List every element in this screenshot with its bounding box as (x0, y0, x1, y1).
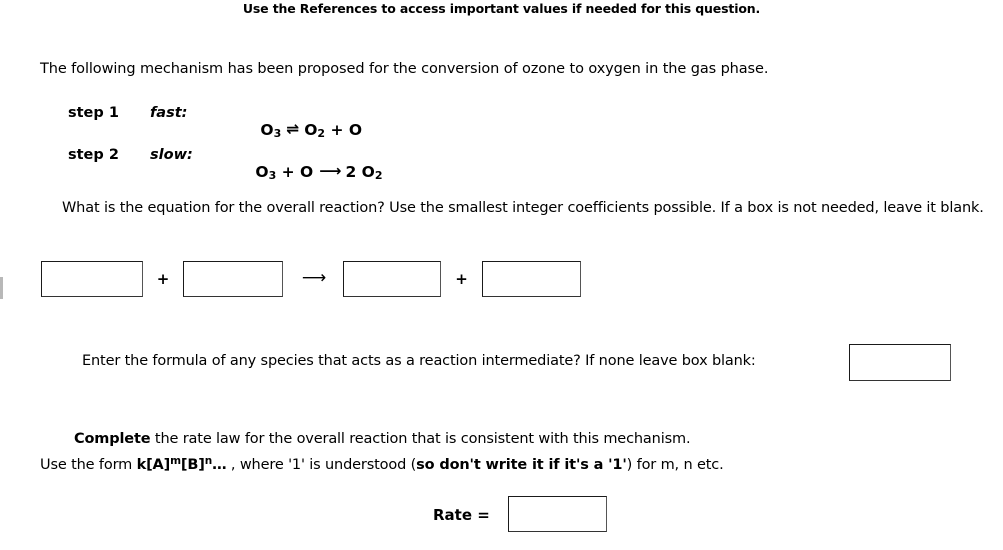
step-2-reactant-1-subscript: 3 (268, 169, 277, 182)
overall-reactant-1-input[interactable] (41, 261, 143, 297)
step-1-product-1: O (304, 121, 318, 139)
rate-law-complete-word: Complete (74, 431, 151, 447)
overall-product-2-input[interactable] (482, 261, 581, 297)
overall-equation-answer-row: + ⟶ + (41, 261, 581, 297)
rate-law-instructions: Complete the rate law for the overall re… (40, 428, 980, 476)
step-2-speed: slow: (150, 147, 193, 163)
formula-b: [B] (180, 457, 205, 473)
rate-law-line-2-mid: , where '1' is understood ( (226, 457, 417, 473)
equilibrium-arrow-icon: ⇌ (286, 120, 300, 138)
step-2-reactant-2: O (300, 163, 314, 181)
forward-arrow-icon: ⟶ (319, 162, 341, 180)
step-1-label: step 1 (68, 105, 119, 121)
step-2-product-subscript: 2 (374, 169, 383, 182)
formula-ellipsis: … (212, 457, 227, 473)
step-1-reactant: O (260, 121, 274, 139)
step-1-reactant-subscript: 3 (273, 127, 282, 140)
step-2-equation: O3 + O ⟶ 2 O2 (223, 145, 383, 200)
rate-label: Rate = (433, 506, 490, 524)
formula-k-a: k[A] (136, 457, 171, 473)
rate-answer-row: Rate = (433, 496, 607, 532)
rate-law-line-1-rest: the rate law for the overall reaction th… (150, 431, 691, 447)
intermediate-answer-input[interactable] (849, 344, 951, 381)
overall-product-1-input[interactable] (343, 261, 441, 297)
step-1-product-1-subscript: 2 (317, 127, 326, 140)
equation-plus-1: + (156, 270, 170, 288)
rate-law-line-1: Complete the rate law for the overall re… (40, 428, 980, 450)
rate-law-emphasis: so don't write it if it's a '1' (416, 457, 627, 473)
step-1-product-2: O (348, 121, 363, 139)
rate-law-line-2-suffix: ) for m, n etc. (626, 457, 724, 473)
rate-law-line-2-prefix: Use the form (40, 457, 137, 473)
step-2-reactant-1: O (255, 163, 269, 181)
intro-text: The following mechanism has been propose… (40, 61, 769, 77)
references-header-note: Use the References to access important v… (242, 1, 761, 16)
formula-exponent-n: n (204, 455, 213, 467)
rate-law-formula: k[A]m[B]n… (136, 455, 227, 473)
step-2-plus: + (281, 163, 295, 181)
step-1-speed: fast: (150, 105, 188, 121)
formula-exponent-m: m (170, 455, 181, 467)
rate-law-input[interactable] (507, 496, 607, 532)
intermediate-question-text: Enter the formula of any species that ac… (82, 353, 756, 369)
overall-reactant-2-input[interactable] (183, 261, 283, 297)
step-2-label: step 2 (68, 147, 119, 163)
question-page: Use the References to access important v… (0, 0, 1003, 550)
step-1-plus: + (330, 121, 344, 139)
rate-law-line-2: Use the form k[A]m[B]n… , where '1' is u… (40, 450, 980, 476)
left-edge-sliver (0, 277, 3, 299)
equation-arrow-icon: ⟶ (301, 268, 326, 288)
step-2-product-coefficient: 2 (345, 163, 357, 181)
mechanism-step-2: step 2 slow: O3 + O ⟶ 2 O2 (68, 145, 383, 200)
equation-plus-2: + (455, 270, 468, 288)
step-2-product: O (361, 163, 375, 181)
overall-reaction-question: What is the equation for the overall rea… (62, 200, 984, 216)
